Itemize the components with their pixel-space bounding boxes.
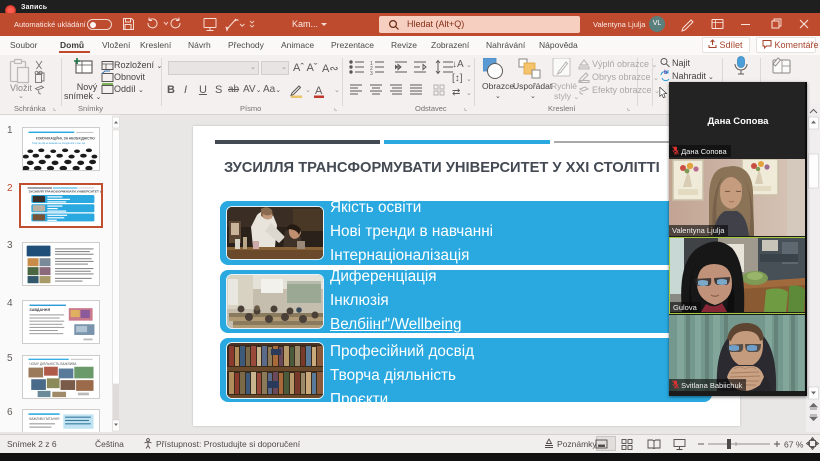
svg-text:3: 3 <box>370 71 373 77</box>
svg-text:ЧОМУ ДІЯЛЬНІСТЬ ВАЖЛИВА: ЧОМУ ДІЯЛЬНІСТЬ ВАЖЛИВА <box>29 362 77 366</box>
svg-text:ЗАВДАННЯ: ЗАВДАННЯ <box>29 308 50 312</box>
svg-text:КОМУНІКАЦІЙНІ, ЗА НЕОБХІДНІСТЮ: КОМУНІКАЦІЙНІ, ЗА НЕОБХІДНІСТЮ <box>36 137 96 141</box>
svg-text:ЗУСИЛЛЯ ТРАНСФОРМУВАТИ УНІВЕРС: ЗУСИЛЛЯ ТРАНСФОРМУВАТИ УНІВЕРСИТЕТ У ХХІ… <box>29 190 101 194</box>
svg-text:A: A <box>315 85 323 97</box>
svg-text:Тому що ми не можемо не погоди: Тому що ми не можемо не погодитися з тим… <box>32 143 86 145</box>
svg-text:ВАЖЛИВІ ПИТАННЯ: ВАЖЛИВІ ПИТАННЯ <box>29 417 59 421</box>
svg-text:67 %: 67 % <box>784 440 804 450</box>
